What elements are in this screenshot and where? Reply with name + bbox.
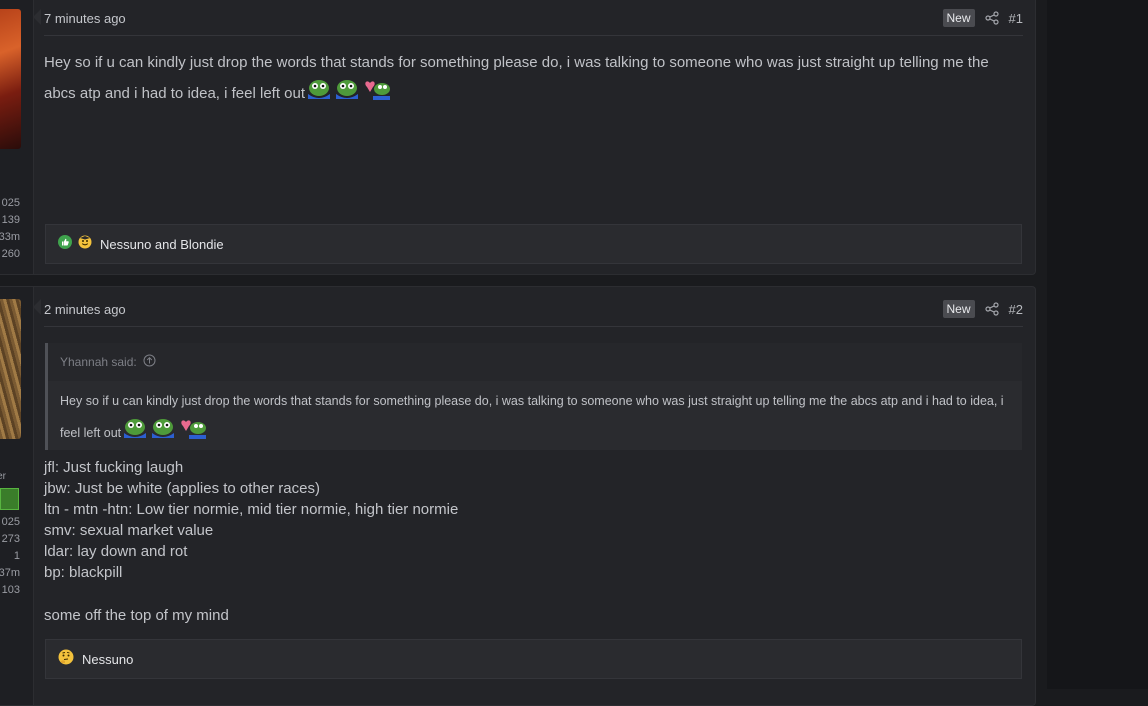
post-text: Hey so if u can kindly just drop the wor… <box>44 54 989 102</box>
pepe-heart-emoji <box>177 416 207 451</box>
post-2: er 025 273 1 37m 103 2 minutes ago New #… <box>0 286 1036 706</box>
list-item: ldar: lay down and rot <box>44 543 188 560</box>
share-icon[interactable] <box>984 302 999 316</box>
user-stat: 025 <box>1 197 20 209</box>
user-title: er <box>0 471 6 482</box>
post-number[interactable]: #1 <box>1009 11 1023 26</box>
quote-block: Yhannah said: Hey so if u can kindly jus… <box>45 343 1022 450</box>
user-stat: 260 <box>1 248 20 260</box>
list-item: ltn - mtn -htn: Low tier normie, mid tie… <box>44 501 459 518</box>
user-sidebar: er 025 273 1 37m 103 <box>0 287 34 705</box>
user-stat: 103 <box>1 584 20 596</box>
new-badge: New <box>942 9 975 27</box>
reactions-bar: Nessuno <box>45 639 1022 679</box>
reactions-bar: Nessuno and Blondie <box>45 224 1022 264</box>
share-icon[interactable] <box>984 11 999 25</box>
right-gutter <box>1047 0 1148 689</box>
list-item: bp: blackpill <box>44 564 123 581</box>
post-number[interactable]: #2 <box>1009 302 1023 317</box>
arrow-up-circle-icon[interactable] <box>143 354 156 370</box>
user-sidebar: 025 139 33m 260 <box>0 0 34 274</box>
list-item: smv: sexual market value <box>44 522 214 539</box>
avatar[interactable] <box>0 299 21 439</box>
post-header: 2 minutes ago New #2 <box>44 292 1023 327</box>
acronym-list: jfl: Just fucking laugh jbw: Just be whi… <box>44 457 458 583</box>
user-stat: 273 <box>1 533 20 545</box>
list-item: jfl: Just fucking laugh <box>44 459 184 476</box>
thinking-icon[interactable] <box>58 649 74 670</box>
new-badge: New <box>942 300 975 318</box>
closing-text: some off the top of my mind <box>44 607 229 624</box>
post-body: Hey so if u can kindly just drop the wor… <box>44 48 1011 111</box>
post-pointer <box>33 9 41 25</box>
quote-header[interactable]: Yhannah said: <box>48 343 1022 381</box>
user-stat: 025 <box>1 516 20 528</box>
like-icon[interactable] <box>58 234 72 254</box>
user-stat: 1 <box>13 550 20 562</box>
pepe-hug-emoji <box>305 77 333 111</box>
avatar[interactable] <box>0 9 21 149</box>
post-time[interactable]: 2 minutes ago <box>44 302 126 317</box>
post-time[interactable]: 7 minutes ago <box>44 11 126 26</box>
user-stat: 33m <box>0 231 20 243</box>
user-banner <box>0 488 19 510</box>
pepe-hug-emoji <box>121 416 149 451</box>
pepe-hug-emoji <box>149 416 177 451</box>
post-header: 7 minutes ago New #1 <box>44 1 1023 36</box>
user-stat: 139 <box>1 214 20 226</box>
pepe-hug-emoji <box>333 77 361 111</box>
quote-content: Hey so if u can kindly just drop the wor… <box>60 387 1012 451</box>
reaction-names[interactable]: Nessuno and Blondie <box>100 237 224 252</box>
post-1: 025 139 33m 260 7 minutes ago New #1 Hey… <box>0 0 1036 275</box>
user-stat: 37m <box>0 567 20 579</box>
quote-author[interactable]: Yhannah said: <box>60 355 137 369</box>
reaction-names[interactable]: Nessuno <box>82 652 133 667</box>
list-item: jbw: Just be white (applies to other rac… <box>44 480 320 497</box>
pepe-heart-emoji <box>361 77 391 111</box>
cheers-icon[interactable] <box>78 235 92 254</box>
post-pointer <box>33 299 41 315</box>
